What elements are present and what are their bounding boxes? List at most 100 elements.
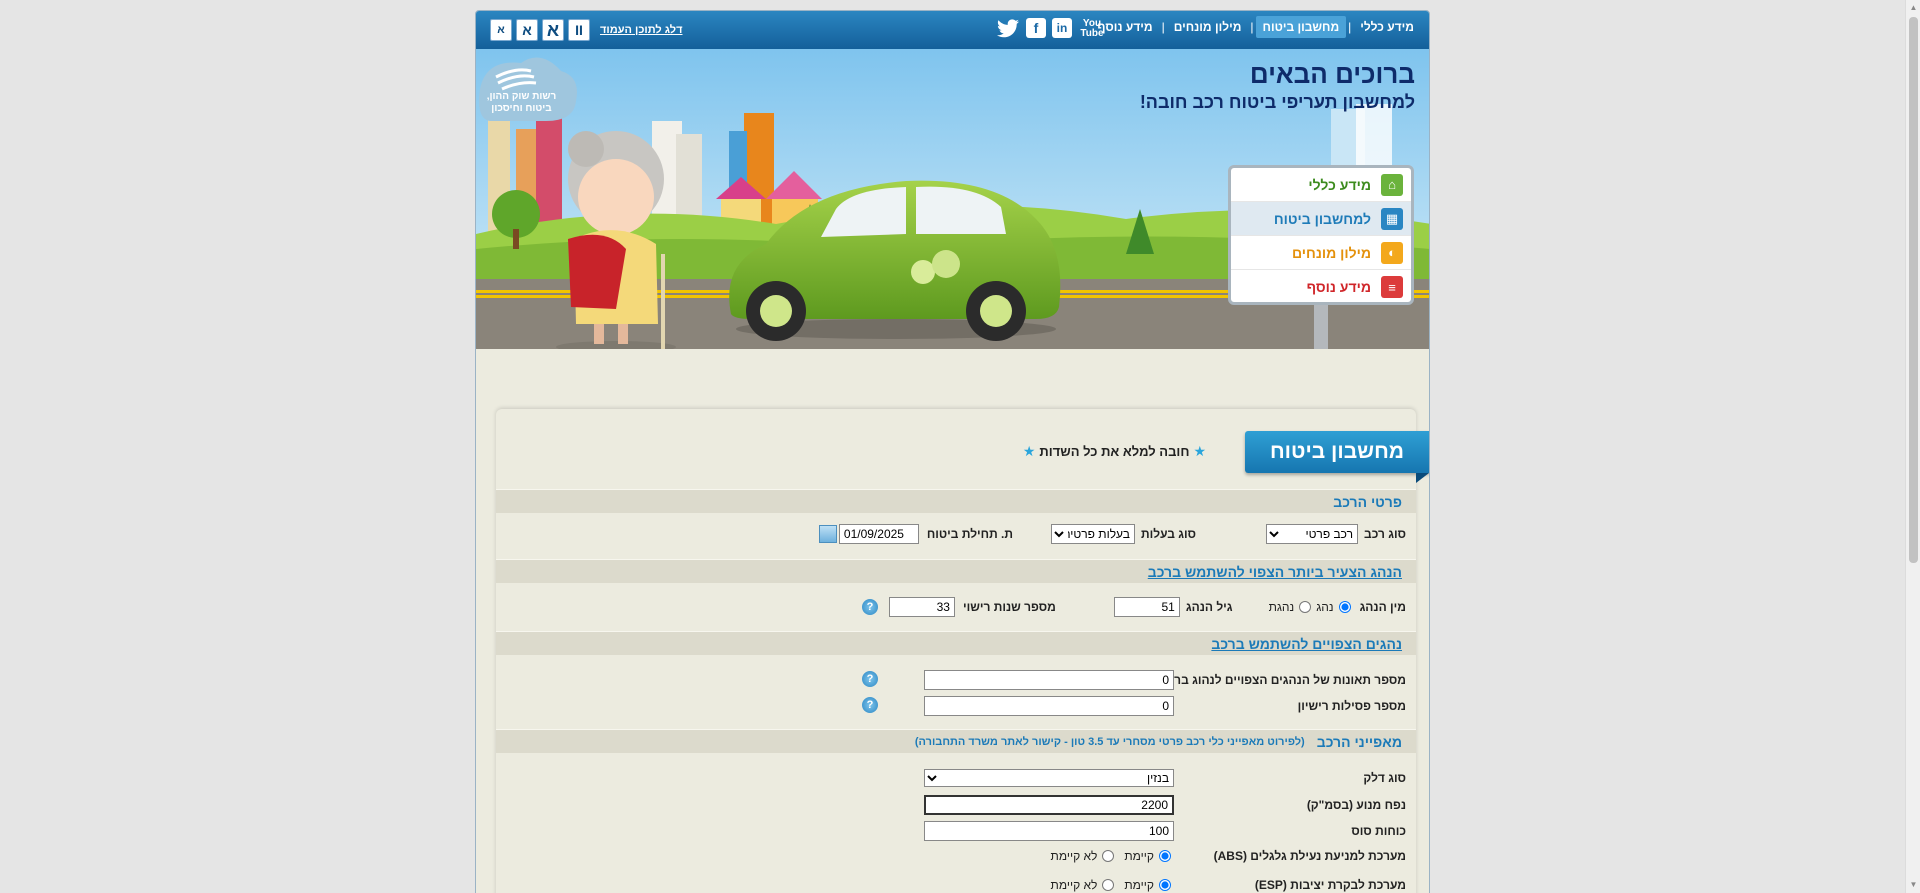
welcome-title: ברוכים הבאים <box>1249 59 1415 89</box>
gender-female-label: נהגת <box>1268 600 1295 614</box>
section-title[interactable]: הנהג הצעיר ביותר הצפוי להשתמש ברכב <box>1148 564 1402 580</box>
abs-exists-radio[interactable] <box>1159 850 1171 862</box>
scroll-down-arrow-icon[interactable]: ▼ <box>1909 880 1918 889</box>
vehicle-type-select[interactable]: רכב פרטי <box>1266 524 1359 544</box>
top-bar: מידע כללי | מחשבון ביטוח | מילון מונחים … <box>476 11 1429 49</box>
vehicle-row: סוג רכב רכב פרטי סוג בעלות בעלות פרטית ת… <box>506 524 1406 544</box>
ownership-type-label: סוג בעלות <box>1140 527 1197 541</box>
topnav-separator: | <box>1161 20 1165 34</box>
accidents-label: מספר תאונות של הנהגים הצפויים לנהוג ברכב <box>1160 673 1406 687</box>
section-vehicle-details: פרטי הרכב <box>496 489 1416 513</box>
engine-volume-input[interactable] <box>924 795 1174 815</box>
abs-exists-label: קיימת <box>1124 849 1154 863</box>
topnav-insurance-calculator[interactable]: מחשבון ביטוח <box>1255 16 1347 38</box>
topnav-separator: | <box>1348 20 1352 34</box>
topnav-general-info[interactable]: מידע כללי <box>1353 16 1421 38</box>
twitter-icon[interactable] <box>996 18 1020 40</box>
driver-age-input[interactable] <box>1113 597 1180 617</box>
section-title: פרטי הרכב <box>1333 493 1402 510</box>
abs-not-exists-radio[interactable] <box>1102 850 1115 862</box>
side-menu-label: מילון מונחים <box>1292 244 1371 261</box>
section-title: מאפייני הרכב <box>1316 733 1402 750</box>
page-frame: מידע כללי | מחשבון ביטוח | מילון מונחים … <box>475 10 1430 893</box>
esp-radio-group: קיימת לא קיימת <box>1051 878 1174 892</box>
abs-label: מערכת למניעת נעילת גלגלים (ABS) <box>1213 849 1406 863</box>
license-years-label: מספר שנות רישוי <box>962 600 1056 614</box>
license-years-input[interactable] <box>888 597 955 617</box>
revocations-row: מספר פסילות רישיון <box>924 696 1406 716</box>
gender-male-label: נהג <box>1316 600 1334 614</box>
start-date-input[interactable] <box>838 524 919 544</box>
help-icon[interactable]: ? <box>862 599 878 615</box>
esp-label: מערכת לבקרת יציבות (ESP) <box>1254 878 1406 892</box>
fuel-type-label: סוג דלק <box>1363 771 1406 785</box>
hero-banner: ברוכים הבאים למחשבון תעריפי ביטוח רכב חו… <box>476 49 1429 349</box>
driver-row: מין הנהג נהג נהגת גיל הנהג מספר שנות ריש… <box>506 597 1406 617</box>
engine-volume-label: נפח מנוע (בסמ"ק) <box>1306 798 1406 812</box>
youtube-label: You Tube <box>1080 18 1104 39</box>
revocations-input[interactable] <box>924 696 1174 716</box>
horsepower-label: כוחות סוס <box>1351 824 1406 838</box>
topnav-separator: | <box>1250 20 1254 34</box>
side-menu-general-info[interactable]: ⌂ מידע כללי <box>1231 168 1411 202</box>
calendar-icon[interactable] <box>818 525 837 543</box>
font-large-button[interactable]: א <box>542 19 564 41</box>
driver-gender-label: מין הנהג <box>1359 600 1406 614</box>
side-menu-glossary[interactable]: ◐ מילון מונחים <box>1231 236 1411 270</box>
vehicle-type-label: סוג רכב <box>1364 527 1406 541</box>
home-icon: ⌂ <box>1381 173 1403 196</box>
gender-female-radio[interactable] <box>1299 601 1312 613</box>
help-icon[interactable]: ? <box>862 697 878 713</box>
pause-button[interactable]: II <box>568 19 590 41</box>
side-menu-label: למחשבון ביטוח <box>1273 210 1371 227</box>
book-icon: ◐ <box>1381 241 1403 264</box>
side-menu-label: מידע נוסף <box>1306 279 1371 295</box>
transport-ministry-link[interactable]: (לפירוט מאפייני כלי רכב פרטי מסחרי עד 3.… <box>915 736 1305 748</box>
vertical-scrollbar[interactable]: ▲ ▼ <box>1905 0 1920 893</box>
document-icon: ≡ <box>1381 276 1403 298</box>
scroll-up-arrow-icon[interactable]: ▲ <box>1909 3 1918 12</box>
side-menu-label: מידע כללי <box>1308 176 1371 193</box>
calculator-tab-tail <box>1416 473 1429 483</box>
facebook-icon[interactable]: f <box>1026 18 1046 38</box>
social-links: f in You Tube <box>996 18 1106 40</box>
youtube-icon[interactable]: You Tube <box>1078 18 1106 40</box>
skip-to-content-link[interactable]: דלג לתוכן העמוד <box>600 24 682 36</box>
esp-row: מערכת לבקרת יציבות (ESP) קיימת לא קיימת <box>1051 878 1406 892</box>
linkedin-icon[interactable]: in <box>1052 18 1072 38</box>
gender-male-radio[interactable] <box>1338 601 1351 613</box>
font-small-button[interactable]: א <box>490 19 512 41</box>
revocations-label: מספר פסילות רישיון <box>1297 699 1406 713</box>
font-medium-button[interactable]: א <box>516 19 538 41</box>
esp-not-exists-radio[interactable] <box>1102 879 1115 891</box>
side-menu-more-info[interactable]: ≡ מידע נוסף <box>1231 270 1411 304</box>
start-date-label: ת. תחילת ביטוח <box>926 527 1013 541</box>
top-nav: מידע כללי | מחשבון ביטוח | מילון מונחים … <box>1090 15 1421 39</box>
calculator-panel: מחשבון ביטוח ★ חובה למלא את כל השדות ★ פ… <box>496 409 1429 893</box>
esp-exists-radio[interactable] <box>1159 879 1171 891</box>
driver-age-label: גיל הנהג <box>1185 600 1233 614</box>
ownership-type-select[interactable]: בעלות פרטית <box>1050 524 1135 544</box>
topnav-glossary[interactable]: מילון מונחים <box>1167 16 1249 38</box>
accidents-row: מספר תאונות של הנהגים הצפויים לנהוג ברכב <box>924 670 1406 690</box>
section-expected-drivers: נהגים הצפויים להשתמש ברכב <box>496 631 1416 655</box>
star-icon: ★ <box>1193 443 1206 459</box>
welcome-subtitle: למחשבון תעריפי ביטוח רכב חובה! <box>1139 92 1415 112</box>
fuel-type-select[interactable]: בנזין <box>924 769 1174 787</box>
abs-radio-group: קיימת לא קיימת <box>1051 849 1174 863</box>
accidents-input[interactable] <box>924 670 1174 690</box>
help-icon[interactable]: ? <box>862 671 878 687</box>
engine-row: נפח מנוע (בסמ"ק) <box>924 795 1406 815</box>
regulator-logo[interactable]: רשות שוק ההון, ביטוח וחיסכון <box>484 91 559 115</box>
fuel-row: סוג דלק בנזין <box>924 769 1406 787</box>
section-title[interactable]: נהגים הצפויים להשתמש ברכב <box>1211 636 1402 652</box>
esp-not-exists-label: לא קיימת <box>1050 878 1098 892</box>
required-fields-text: חובה למלא את כל השדות <box>1039 444 1190 459</box>
horsepower-input[interactable] <box>924 821 1174 841</box>
welcome-heading: ברוכים הבאים למחשבון תעריפי ביטוח רכב חו… <box>1140 59 1415 113</box>
accessibility-bar: א א א II דלג לתוכן העמוד <box>490 19 682 41</box>
star-icon: ★ <box>1022 443 1036 459</box>
side-menu: ⌂ מידע כללי ▦ למחשבון ביטוח ◐ מילון מונח… <box>1228 165 1414 305</box>
scroll-thumb[interactable] <box>1909 17 1918 563</box>
side-menu-calculator[interactable]: ▦ למחשבון ביטוח <box>1231 202 1411 236</box>
